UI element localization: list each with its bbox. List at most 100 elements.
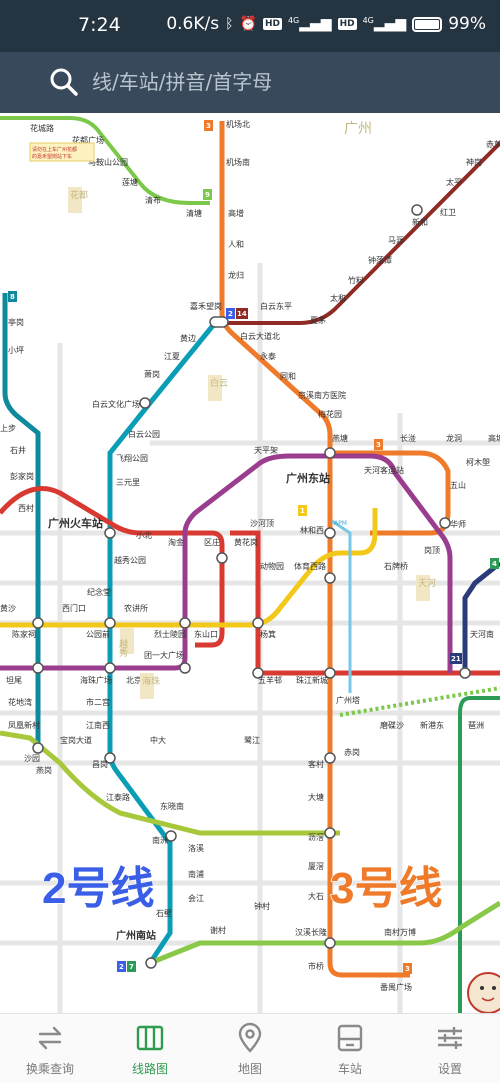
- station-tiyuxilu[interactable]: 体育西路: [294, 561, 326, 571]
- station-guangzhouhuochezhan[interactable]: 广州火车站: [48, 516, 103, 530]
- line-badge-4[interactable]: 4: [492, 560, 497, 568]
- station-labels[interactable]: 花城路 花都广场 马鞍山公园 莲塘 清布 清塘 高增 人和 龙归 嘉禾望岗 白云…: [0, 119, 500, 992]
- station-liurong[interactable]: 烈士陵园: [154, 629, 186, 639]
- station-huangsha[interactable]: 黄沙: [0, 603, 16, 613]
- station-mogang[interactable]: 磨碟沙: [380, 720, 404, 730]
- metro-map-svg[interactable]: 花城路 花都广场 马鞍山公园 莲塘 清布 清塘 高增 人和 龙归 嘉禾望岗 白云…: [0, 113, 500, 1013]
- station-pengjiagang[interactable]: 彭家岗: [10, 471, 34, 481]
- station-zhuliao[interactable]: 竹料: [348, 275, 364, 285]
- station-ximenkou[interactable]: 西门口: [62, 603, 86, 613]
- search-input[interactable]: 线/车站/拼音/首字母: [92, 66, 272, 95]
- station-fenghuangxincun[interactable]: 凤凰新村: [8, 720, 40, 730]
- station-jichangnan[interactable]: 机场南: [226, 157, 250, 167]
- station-luoxi[interactable]: 洛溪: [188, 843, 204, 853]
- station-xingangdong[interactable]: 新港东: [420, 720, 444, 730]
- station-yantang[interactable]: 燕塘: [332, 433, 348, 443]
- station-shiqiao[interactable]: 市桥: [308, 961, 324, 971]
- station-gangding[interactable]: 岗顶: [424, 546, 440, 555]
- station-sanyuanli[interactable]: 三元里: [116, 478, 140, 487]
- station-lijiao[interactable]: 沥滘: [308, 833, 324, 842]
- station-zhongluotan[interactable]: 钟落潭: [368, 255, 392, 265]
- station-baiyundonping[interactable]: 白云东平: [260, 301, 292, 311]
- station-nongjiangsuo[interactable]: 农讲所: [124, 603, 148, 613]
- nav-settings[interactable]: 设置: [400, 1014, 500, 1083]
- station-datang[interactable]: 大塘: [308, 792, 324, 802]
- station-huangbian[interactable]: 黄边: [180, 333, 196, 343]
- station-hanxichanglong[interactable]: 汉溪长隆: [295, 927, 327, 937]
- station-nanpu[interactable]: 南浦: [188, 869, 204, 879]
- station-jiangxia[interactable]: 江夏: [164, 352, 180, 361]
- station-xiaoyuan[interactable]: 萧岗: [144, 369, 160, 379]
- station-dongxiaonan[interactable]: 东晓南: [160, 801, 184, 811]
- station-xiaobei[interactable]: 小北: [136, 531, 152, 540]
- station-qingtang[interactable]: 清塘: [186, 208, 202, 218]
- line-badge-9[interactable]: 9: [205, 191, 210, 199]
- station-tingang[interactable]: 亭岗: [8, 317, 24, 327]
- station-zhujiangxincheng[interactable]: 珠江新城: [296, 675, 328, 685]
- line-badge-3[interactable]: 3: [206, 122, 211, 130]
- station-zhongcun[interactable]: 钟村: [254, 901, 270, 911]
- station-shiergong[interactable]: 市二宫: [86, 697, 110, 707]
- station-baiyunwenhuaguangchang[interactable]: 白云文化广场: [92, 399, 140, 409]
- station-chenjiaci[interactable]: 陈家祠: [12, 629, 36, 639]
- station-feixiang[interactable]: 飞翔公园: [116, 453, 148, 463]
- station-tianhekeyunzhan[interactable]: 天河客运站: [364, 465, 404, 475]
- station-guangzhouta[interactable]: 广州塔: [336, 695, 360, 705]
- station-wushan[interactable]: 五山: [450, 480, 466, 490]
- station-huanghuagang[interactable]: 黄花岗: [234, 537, 258, 547]
- station-quzhuang[interactable]: 区庄: [204, 537, 220, 547]
- station-huachenglu[interactable]: 花城路: [30, 123, 54, 133]
- station-huijiang[interactable]: 会江: [188, 893, 204, 903]
- station-zhongda[interactable]: 中大: [150, 735, 166, 745]
- station-meihuayuan[interactable]: 梅花园: [318, 409, 342, 419]
- station-yangji[interactable]: 杨箕: [260, 629, 276, 639]
- station-dashi[interactable]: 大石: [308, 891, 324, 901]
- station-qingbu[interactable]: 清布: [145, 195, 161, 205]
- line-badge-3-east[interactable]: 3: [376, 441, 381, 449]
- station-taiping[interactable]: 太平: [446, 177, 462, 187]
- station-changban[interactable]: 长湴: [400, 433, 416, 443]
- station-luju[interactable]: 鹭江: [244, 735, 260, 745]
- station-honghu[interactable]: 红卫: [440, 207, 456, 217]
- station-liantang[interactable]: 莲塘: [122, 177, 138, 187]
- station-guangzhounanzhan[interactable]: 广州南站: [116, 929, 156, 942]
- station-huadi[interactable]: 花地湾: [8, 697, 32, 707]
- station-tonghe[interactable]: 同和: [280, 372, 296, 381]
- line-badge-1[interactable]: 1: [300, 507, 305, 515]
- station-xiaoping[interactable]: 小坪: [8, 346, 24, 355]
- station-baiyungongyuan[interactable]: 白云公园: [128, 429, 160, 439]
- station-shipaiqiao[interactable]: 石牌桥: [384, 561, 408, 571]
- station-nanzhou[interactable]: 南洲: [152, 835, 168, 845]
- station-guangzhoudongzhan[interactable]: 广州东站: [286, 471, 330, 485]
- station-huashi[interactable]: 华师: [450, 519, 466, 529]
- station-renhe[interactable]: 人和: [228, 240, 244, 249]
- station-dongshankou[interactable]: 东山口: [194, 629, 218, 639]
- mascot-icon[interactable]: [467, 972, 500, 1013]
- station-shayuan[interactable]: 沙园: [24, 754, 40, 763]
- line-badge-2[interactable]: 2: [228, 310, 233, 318]
- line-badge-7[interactable]: 7: [129, 963, 134, 971]
- station-jiangnanxi[interactable]: 江南西: [86, 720, 110, 730]
- station-jinianTang[interactable]: 纪念堂: [87, 587, 111, 597]
- station-tuanyidaguangchang[interactable]: 团一大广场: [144, 650, 184, 660]
- station-pazhou[interactable]: 琶洲: [468, 721, 484, 730]
- station-dongwuyuan[interactable]: 动物园: [260, 561, 284, 571]
- nav-map[interactable]: 地图: [200, 1014, 300, 1083]
- line-badge-8[interactable]: 8: [10, 293, 15, 301]
- station-chiwei[interactable]: 赤草: [486, 139, 500, 149]
- station-nancunwanbo[interactable]: 南村万博: [384, 927, 416, 937]
- line-badge-3-south[interactable]: 3: [405, 965, 410, 973]
- station-shigang[interactable]: 石井: [10, 445, 26, 455]
- station-taojin[interactable]: 淘金: [168, 537, 184, 547]
- station-shaheding[interactable]: 沙河顶: [250, 518, 274, 528]
- station-shibi[interactable]: 石壁: [156, 908, 172, 918]
- station-gongyuanqian[interactable]: 公园前: [86, 629, 110, 639]
- line-badge-21[interactable]: 21: [451, 655, 461, 663]
- interchange-nodes[interactable]: [32, 204, 471, 969]
- nav-line-map[interactable]: 线路图: [100, 1014, 200, 1083]
- station-baiyundadaobei[interactable]: 白云大道北: [240, 331, 280, 341]
- station-yanggang[interactable]: 燕岗: [36, 765, 52, 775]
- station-xiecun[interactable]: 谢村: [210, 925, 226, 935]
- station-longdong[interactable]: 龙洞: [446, 433, 462, 443]
- nav-station[interactable]: 车站: [300, 1014, 400, 1083]
